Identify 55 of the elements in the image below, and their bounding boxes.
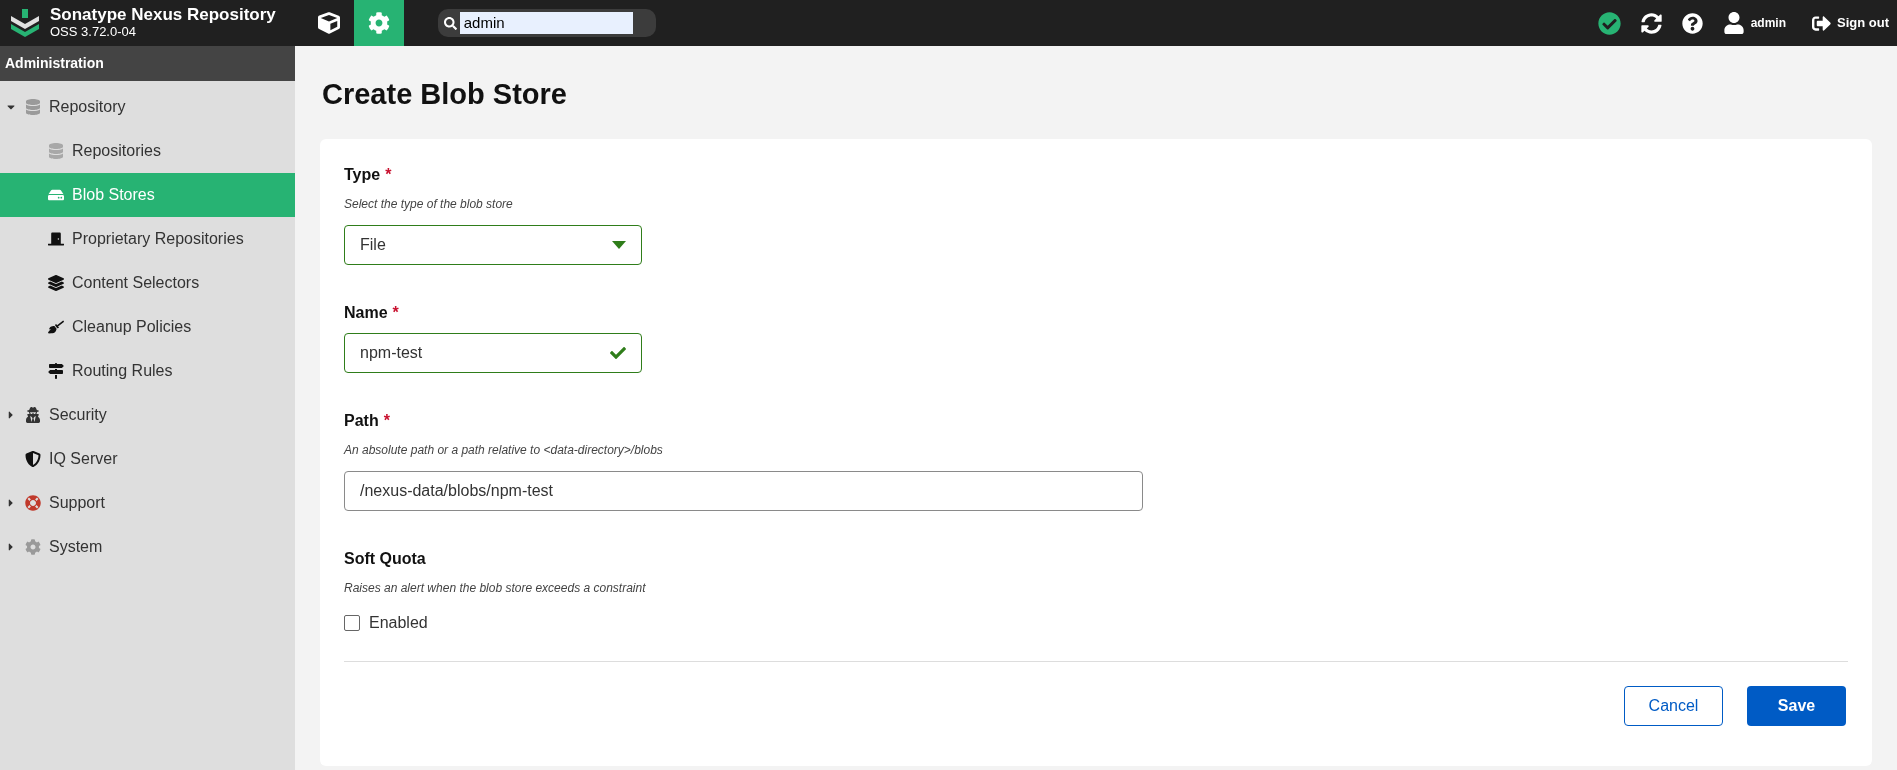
page-title: Create Blob Store (322, 77, 568, 112)
cancel-button[interactable]: Cancel (1624, 685, 1723, 726)
required-mark: * (385, 164, 392, 185)
cube-icon (317, 12, 340, 34)
shield-icon (25, 451, 41, 467)
signpost-icon (48, 363, 64, 379)
required-mark: * (383, 410, 390, 431)
caret-icon (612, 240, 626, 249)
user-icon[interactable] (1722, 12, 1745, 34)
help-icon[interactable] (1681, 12, 1703, 34)
field-label: Type (344, 164, 381, 185)
save-button[interactable]: Save (1747, 685, 1846, 726)
broom-icon (48, 319, 64, 335)
type-select[interactable]: File (344, 224, 642, 265)
database-icon (25, 99, 41, 115)
sidebar-item[interactable]: Repository (0, 85, 295, 129)
settings-icon (367, 12, 390, 34)
checkbox-label: Enabled (369, 612, 428, 633)
sidebar-item[interactable]: Support (0, 481, 295, 525)
check-icon (610, 344, 626, 361)
sidebar-item[interactable]: Routing Rules (0, 349, 295, 393)
sidebar-item[interactable]: System (0, 525, 295, 569)
field-hint: Select the type of the blob store (344, 195, 514, 213)
app-version: OSS 3.72.0-04 (50, 23, 137, 40)
sidebar-item[interactable]: Proprietary Repositories (0, 217, 295, 261)
sidebar-item[interactable]: Repositories (0, 129, 295, 173)
sign-out-link[interactable]: Sign out (1837, 13, 1889, 33)
app-title: Sonatype Nexus Repository (50, 6, 276, 23)
input-field[interactable]: /nexus-data/blobs/npm-test (344, 470, 1143, 511)
checkbox[interactable] (344, 614, 360, 631)
gear-icon (25, 539, 41, 555)
sidebar-item[interactable]: Cleanup Policies (0, 305, 295, 349)
field-label: Soft Quota (344, 548, 426, 569)
field-label: Path (344, 410, 379, 431)
field-label: Name (344, 302, 388, 323)
door-icon (48, 231, 64, 247)
field-hint: Raises an alert when the blob store exceeds a constraint (344, 579, 647, 597)
user-name[interactable]: admin (1750, 14, 1786, 32)
database-icon (48, 143, 64, 159)
sidebar-item[interactable]: Security (0, 393, 295, 437)
logo-icon (8, 8, 42, 38)
life-ring-icon (25, 495, 41, 511)
layers-icon (48, 275, 64, 291)
search-icon (443, 16, 457, 30)
sidebar-title: Administration (0, 46, 295, 81)
required-mark: * (392, 302, 399, 323)
status-check-icon[interactable] (1597, 11, 1621, 35)
search-field[interactable]: admin (437, 9, 656, 37)
sidebar-item[interactable]: Content Selectors (0, 261, 295, 305)
drive-icon (48, 187, 64, 203)
sign-out-icon[interactable] (1812, 13, 1831, 33)
input-field[interactable]: npm-test (344, 332, 642, 373)
field-hint: An absolute path or a path relative to <data-directory>/blobs (344, 441, 664, 459)
sidebar-item[interactable]: IQ Server (0, 437, 295, 481)
refresh-icon[interactable] (1640, 12, 1662, 34)
